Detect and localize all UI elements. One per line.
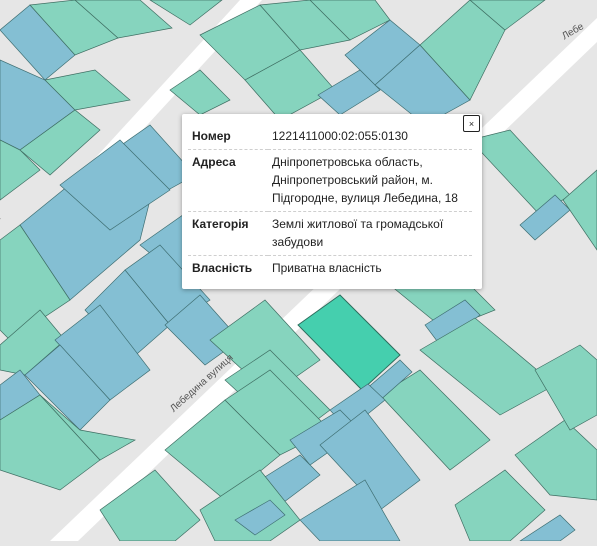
info-value: 1221411000:02:055:0130 [272,129,408,143]
info-row-ownership: Власність Приватна власність [188,255,472,281]
info-key: Власність [188,255,268,281]
info-row-number: Номер 1221411000:02:055:0130 [188,124,472,150]
parcel-info-popup: × Номер 1221411000:02:055:0130 Адреса Дн… [182,114,482,289]
info-row-category: Категорія Землі житлової та громадської … [188,211,472,256]
info-value: Дніпропетровська область, Дніпропетровсь… [268,149,472,212]
parcel-info-table: Номер 1221411000:02:055:0130 Адреса Дніп… [188,124,472,281]
info-key: Адреса [188,149,268,212]
info-key: Категорія [188,211,268,256]
info-key: Номер [192,129,231,143]
popup-tip [322,288,340,297]
info-value: Землі житлової та громадської забудови [268,211,472,256]
info-row-address: Адреса Дніпропетровська область, Дніпроп… [188,149,472,212]
info-value: Приватна власність [268,255,472,281]
